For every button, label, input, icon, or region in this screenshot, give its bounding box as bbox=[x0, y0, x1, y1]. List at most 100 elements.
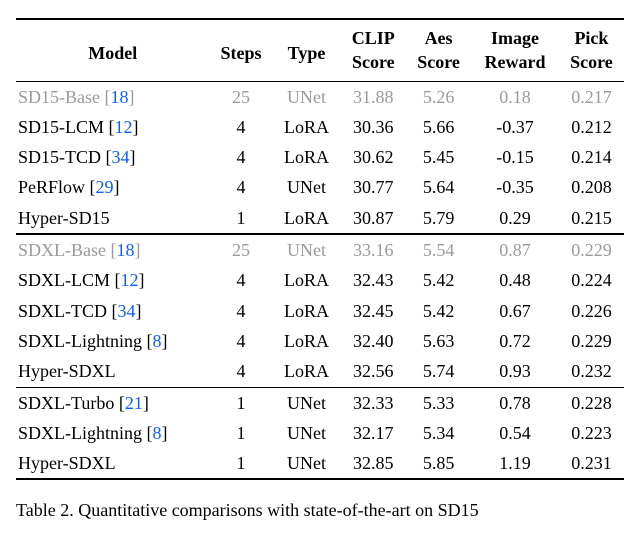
cell-clip: 30.62 bbox=[341, 142, 407, 172]
cite-link[interactable]: 34 bbox=[118, 301, 136, 321]
col-aes-top: Aes bbox=[406, 19, 471, 50]
cell-clip: 32.43 bbox=[341, 265, 407, 295]
cite-link[interactable]: 8 bbox=[153, 423, 162, 443]
model-name: SDXL-TCD bbox=[18, 301, 107, 321]
cell-type: LoRA bbox=[273, 326, 341, 356]
cell-pick: 0.208 bbox=[559, 172, 624, 202]
cell-pick: 0.229 bbox=[559, 234, 624, 265]
cite-link[interactable]: 34 bbox=[112, 147, 130, 167]
cell-steps: 25 bbox=[209, 234, 272, 265]
cell-ir: 0.78 bbox=[471, 387, 559, 418]
cell-aes: 5.42 bbox=[406, 296, 471, 326]
cite-link[interactable]: 18 bbox=[117, 240, 135, 260]
cite-link[interactable]: 12 bbox=[121, 270, 139, 290]
cell-ir: 0.67 bbox=[471, 296, 559, 326]
cell-clip: 32.56 bbox=[341, 356, 407, 387]
cite-link[interactable]: 21 bbox=[125, 393, 143, 413]
cell-ir: 0.18 bbox=[471, 81, 559, 112]
model-name: SD15-Base bbox=[18, 87, 100, 107]
cell-steps: 4 bbox=[209, 172, 272, 202]
cell-pick: 0.231 bbox=[559, 448, 624, 479]
table-row: SD15-Base [18] 25 UNet 31.88 5.26 0.18 0… bbox=[16, 81, 624, 112]
cell-ir: 0.72 bbox=[471, 326, 559, 356]
cell-ir: 1.19 bbox=[471, 448, 559, 479]
cite-link[interactable]: 12 bbox=[115, 117, 133, 137]
cell-pick: 0.217 bbox=[559, 81, 624, 112]
table-row: Hyper-SDXL 4 LoRA 32.56 5.74 0.93 0.232 bbox=[16, 356, 624, 387]
cell-type: UNet bbox=[273, 81, 341, 112]
cell-aes: 5.66 bbox=[406, 112, 471, 142]
cell-aes: 5.26 bbox=[406, 81, 471, 112]
cell-pick: 0.214 bbox=[559, 142, 624, 172]
cell-aes: 5.85 bbox=[406, 448, 471, 479]
cell-pick: 0.215 bbox=[559, 203, 624, 234]
cell-pick: 0.232 bbox=[559, 356, 624, 387]
model-name: Hyper-SDXL bbox=[16, 356, 209, 387]
cell-ir: 0.29 bbox=[471, 203, 559, 234]
col-ir-top: Image bbox=[471, 19, 559, 50]
table-row: Hyper-SDXL 1 UNet 32.85 5.85 1.19 0.231 bbox=[16, 448, 624, 479]
cell-type: LoRA bbox=[273, 296, 341, 326]
results-table: Model Steps Type CLIP Aes Image Pick Sco… bbox=[16, 18, 624, 480]
cell-steps: 1 bbox=[209, 387, 272, 418]
cell-type: LoRA bbox=[273, 356, 341, 387]
cell-type: UNet bbox=[273, 234, 341, 265]
col-pick-top: Pick bbox=[559, 19, 624, 50]
model-name: SDXL-Turbo bbox=[18, 393, 114, 413]
cell-pick: 0.223 bbox=[559, 418, 624, 448]
cell-steps: 1 bbox=[209, 448, 272, 479]
cell-steps: 1 bbox=[209, 203, 272, 234]
table-row: SD15-TCD [34] 4 LoRA 30.62 5.45 -0.15 0.… bbox=[16, 142, 624, 172]
cell-clip: 32.33 bbox=[341, 387, 407, 418]
table-row: SDXL-Base [18] 25 UNet 33.16 5.54 0.87 0… bbox=[16, 234, 624, 265]
caption-lead: Table 2. bbox=[16, 500, 78, 520]
col-clip-top: CLIP bbox=[341, 19, 407, 50]
model-name: SDXL-LCM bbox=[18, 270, 110, 290]
cite-link[interactable]: 8 bbox=[153, 331, 162, 351]
cell-pick: 0.228 bbox=[559, 387, 624, 418]
cell-aes: 5.33 bbox=[406, 387, 471, 418]
cell-type: LoRA bbox=[273, 112, 341, 142]
cell-clip: 32.85 bbox=[341, 448, 407, 479]
model-name: PeRFlow bbox=[18, 177, 85, 197]
cell-ir: -0.15 bbox=[471, 142, 559, 172]
cell-aes: 5.79 bbox=[406, 203, 471, 234]
cell-ir: 0.48 bbox=[471, 265, 559, 295]
model-name: SD15-TCD bbox=[18, 147, 101, 167]
cell-clip: 30.77 bbox=[341, 172, 407, 202]
cite-link[interactable]: 29 bbox=[96, 177, 114, 197]
cite-link[interactable]: 18 bbox=[111, 87, 129, 107]
model-name: SDXL-Lightning bbox=[18, 423, 142, 443]
cell-pick: 0.226 bbox=[559, 296, 624, 326]
cell-type: UNet bbox=[273, 172, 341, 202]
cell-ir: 0.93 bbox=[471, 356, 559, 387]
cell-aes: 5.54 bbox=[406, 234, 471, 265]
table-row: SDXL-Turbo [21] 1 UNet 32.33 5.33 0.78 0… bbox=[16, 387, 624, 418]
cell-clip: 32.40 bbox=[341, 326, 407, 356]
cell-ir: 0.87 bbox=[471, 234, 559, 265]
model-name: Hyper-SDXL bbox=[16, 448, 209, 479]
cell-type: LoRA bbox=[273, 265, 341, 295]
model-name: SD15-LCM bbox=[18, 117, 104, 137]
col-pick-bot: Score bbox=[559, 50, 624, 81]
cell-pick: 0.224 bbox=[559, 265, 624, 295]
cell-clip: 32.17 bbox=[341, 418, 407, 448]
cell-pick: 0.212 bbox=[559, 112, 624, 142]
cell-clip: 31.88 bbox=[341, 81, 407, 112]
table-row: SDXL-TCD [34] 4 LoRA 32.45 5.42 0.67 0.2… bbox=[16, 296, 624, 326]
col-model: Model bbox=[16, 19, 209, 81]
table-row: SDXL-LCM [12] 4 LoRA 32.43 5.42 0.48 0.2… bbox=[16, 265, 624, 295]
cell-aes: 5.64 bbox=[406, 172, 471, 202]
cell-clip: 32.45 bbox=[341, 296, 407, 326]
cell-clip: 33.16 bbox=[341, 234, 407, 265]
cell-steps: 1 bbox=[209, 418, 272, 448]
col-type: Type bbox=[273, 19, 341, 81]
caption-text: Quantitative comparisons with state-of-t… bbox=[78, 500, 478, 520]
cell-steps: 4 bbox=[209, 326, 272, 356]
cell-aes: 5.63 bbox=[406, 326, 471, 356]
table-row: SDXL-Lightning [8] 4 LoRA 32.40 5.63 0.7… bbox=[16, 326, 624, 356]
cell-clip: 30.36 bbox=[341, 112, 407, 142]
col-aes-bot: Score bbox=[406, 50, 471, 81]
cell-pick: 0.229 bbox=[559, 326, 624, 356]
cell-ir: -0.35 bbox=[471, 172, 559, 202]
